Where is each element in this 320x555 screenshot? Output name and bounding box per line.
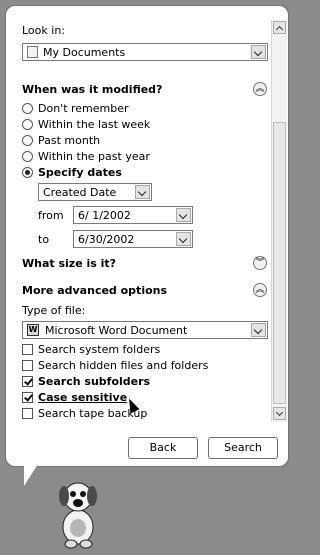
checkbox-case-sensitive[interactable] (22, 392, 33, 403)
speech-bubble-tail (24, 464, 38, 486)
radio-specify-dates[interactable] (22, 167, 33, 178)
from-date-picker[interactable]: 6/ 1/2002 (73, 206, 193, 224)
advanced-heading: More advanced options (22, 284, 168, 297)
documents-folder-icon (27, 46, 38, 58)
size-heading: What size is it? (22, 257, 117, 270)
radio-dont-remember[interactable] (22, 103, 33, 114)
back-button[interactable]: Back (128, 437, 198, 459)
look-in-value: My Documents (43, 46, 126, 59)
collapse-up-icon[interactable]: ︽ (253, 283, 267, 297)
radio-label: Specify dates (38, 166, 122, 179)
radio-past-year[interactable] (22, 151, 33, 162)
to-label: to (38, 233, 50, 246)
radio-label: Past month (38, 134, 101, 147)
scroll-thumb[interactable] (273, 122, 286, 404)
search-button[interactable]: Search (208, 437, 278, 459)
from-date-arrow[interactable] (176, 208, 191, 222)
look-in-dropdown[interactable]: My Documents (22, 43, 268, 61)
type-of-file-arrow[interactable] (251, 323, 266, 337)
expand-down-icon[interactable]: ︾ (253, 256, 267, 270)
checkbox-label: Case sensitive (38, 391, 128, 404)
look-in-dropdown-arrow[interactable] (251, 45, 266, 59)
checkbox-label: Search subfolders (38, 375, 151, 388)
date-type-arrow[interactable] (135, 185, 150, 199)
type-of-file-value: Microsoft Word Document (45, 324, 188, 337)
checkbox-subfolders[interactable] (22, 376, 33, 387)
from-date-value: 6/ 1/2002 (78, 209, 131, 222)
search-options-panel: Look in: My Documents When was it modifi… (5, 5, 289, 467)
radio-label: Don't remember (38, 102, 129, 115)
collapse-up-icon[interactable]: ︽ (253, 82, 267, 96)
type-of-file-dropdown[interactable]: W Microsoft Word Document (22, 321, 268, 339)
checkbox-hidden-files[interactable] (22, 360, 33, 371)
checkbox-label: Search hidden files and folders (38, 359, 209, 372)
word-document-icon: W (27, 324, 39, 336)
date-type-dropdown[interactable]: Created Date (38, 183, 152, 201)
to-date-arrow[interactable] (176, 232, 191, 246)
to-date-picker[interactable]: 6/30/2002 (73, 230, 193, 248)
radio-last-week[interactable] (22, 119, 33, 130)
checkbox-label: Search system folders (38, 343, 161, 356)
scroll-down-arrow[interactable] (273, 407, 286, 420)
search-companion-dog-icon[interactable] (48, 472, 108, 550)
checkbox-tape-backup[interactable] (22, 408, 33, 419)
radio-label: Within the last week (38, 118, 151, 131)
look-in-label: Look in: (22, 24, 65, 37)
to-date-value: 6/30/2002 (78, 233, 135, 246)
from-label: from (38, 209, 64, 222)
options-scroll-area: Look in: My Documents When was it modifi… (14, 16, 269, 421)
options-scrollbar[interactable] (271, 20, 287, 422)
modified-heading: When was it modified? (22, 83, 163, 96)
date-type-value: Created Date (43, 186, 117, 199)
scroll-up-arrow[interactable] (273, 21, 286, 34)
radio-past-month[interactable] (22, 135, 33, 146)
checkbox-system-folders[interactable] (22, 344, 33, 355)
radio-label: Within the past year (38, 150, 150, 163)
type-of-file-label: Type of file: (22, 304, 86, 317)
